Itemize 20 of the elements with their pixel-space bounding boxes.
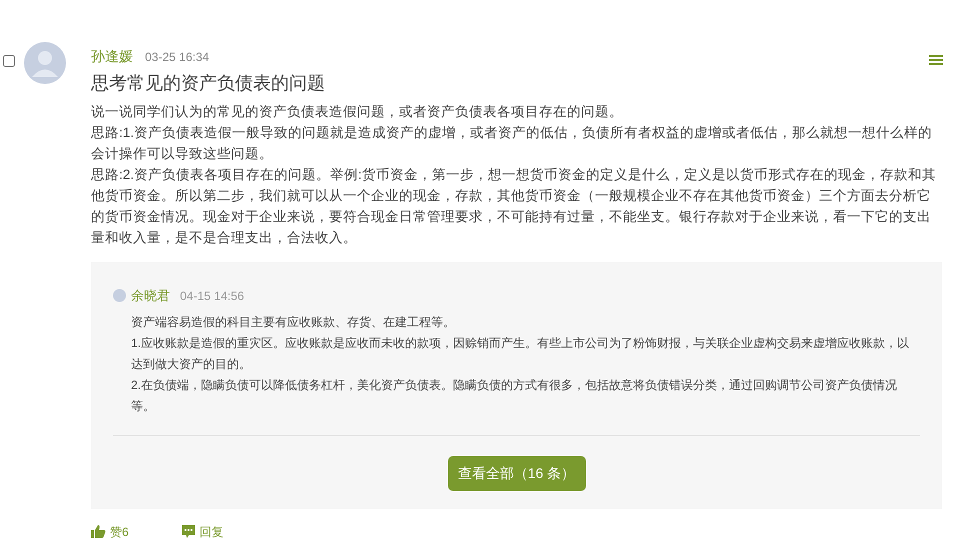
comment-icon xyxy=(180,524,196,539)
reply-author[interactable]: 余晓君 xyxy=(131,286,170,306)
avatar-icon xyxy=(24,42,66,84)
reply-paragraph: 1.应收账款是造假的重灾区。应收账款是应收而未收的款项，因赊销而产生。有些上市公司为了粉饰财报，与关联企业虚构交易来虚增应收账款，以达到做大资产的目的。 xyxy=(131,334,910,372)
like-link[interactable]: 赞6 xyxy=(91,522,129,540)
reply-link[interactable]: 回复 xyxy=(180,522,224,540)
post-paragraph: 思路:2.资产负债表各项目存在的问题。举例:货币资金，第一步，想一想货币资金的定义是什么，定义是以货币形式存在的现金，存款和其他货币资金。所以第二步，我们就可以从一个企业的现金，存款，其他货币资金（一般规模企业不存在其他货币资金）三个方面去分析它的货币资金情况。现金对于企业来说，要符合现金日常管理要求，不可能持有过量，不能坐支。银行存款对于企业来说，看一下它的支出量和收入量，是不是合理支出，合法收入。 xyxy=(91,166,937,247)
post-paragraph: 思路:1.资产负债表造假一般导致的问题就是造成资产的虚增，或者资产的低估，负债所有者权益的虚增或者低估，那么就想一想什么样的会计操作可以导致这些问题。 xyxy=(91,124,934,163)
reply-paragraph: 2.在负债端，隐瞒负债可以降低债务杠杆，美化资产负债表。隐瞒负债的方式有很多，包括故意将负债错误分类，通过回购调节公司资产负债情况等。 xyxy=(131,376,898,414)
avatar-icon xyxy=(113,289,126,302)
view-all-button[interactable]: 查看全部（16 条） xyxy=(448,456,586,490)
author-name[interactable]: 孙逢媛 xyxy=(91,46,133,67)
post-title: 思考常见的资产负债表的问题 xyxy=(91,72,326,95)
menu-icon[interactable] xyxy=(929,54,943,66)
thumbs-up-icon xyxy=(91,524,106,539)
post-paragraph: 说一说同学们认为的常见的资产负债表造假问题，或者资产负债表各项目存在的问题。 xyxy=(91,103,624,121)
post-checkbox[interactable] xyxy=(3,55,15,67)
reply-time: 04-15 14:56 xyxy=(180,288,244,305)
reply-paragraph: 资产端容易造假的科目主要有应收账款、存货、在建工程等。 xyxy=(131,314,456,330)
post-time: 03-25 16:34 xyxy=(145,48,210,66)
